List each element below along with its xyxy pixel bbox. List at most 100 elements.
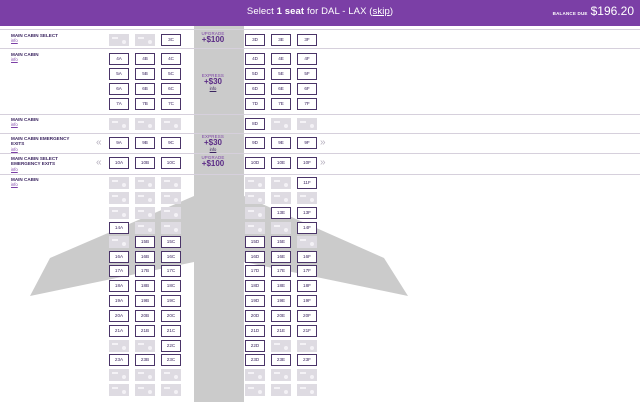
skip-link[interactable]: skip (373, 6, 390, 17)
seat-7d[interactable]: 7D (245, 98, 265, 110)
seat-10d[interactable]: 10D (245, 157, 265, 169)
seat-21e[interactable]: 21E (271, 325, 291, 337)
seat-22d[interactable]: 22D (245, 340, 265, 352)
seat-15e[interactable]: 15E (271, 236, 291, 248)
seat-7c[interactable]: 7C (161, 98, 181, 110)
seat-5d[interactable]: 5D (245, 68, 265, 80)
seat-21d[interactable]: 21D (245, 325, 265, 337)
seat-6a[interactable]: 6A (109, 83, 129, 95)
seat-20e[interactable]: 20E (271, 310, 291, 322)
upsell-info-link[interactable]: info (192, 147, 234, 152)
seat-21a[interactable]: 21A (109, 325, 129, 337)
seat-19f[interactable]: 19F (297, 295, 317, 307)
seat-20f[interactable]: 20F (297, 310, 317, 322)
seat-7b[interactable]: 7B (135, 98, 155, 110)
seat-4b[interactable]: 4B (135, 53, 155, 65)
seat-9d[interactable]: 9D (245, 137, 265, 149)
seat-4f[interactable]: 4F (297, 53, 317, 65)
seat-9e[interactable]: 9E (271, 137, 291, 149)
seat-13e[interactable]: 13E (271, 207, 291, 219)
seat-6b[interactable]: 6B (135, 83, 155, 95)
seat-15d[interactable]: 15D (245, 236, 265, 248)
cabin-info-link[interactable]: info (11, 147, 71, 153)
seat-4a[interactable]: 4A (109, 53, 129, 65)
seat-18a[interactable]: 18A (109, 280, 129, 292)
upgrade-offer[interactable]: UPGRADE +$100 (192, 155, 234, 168)
seat-10a[interactable]: 10A (109, 157, 129, 169)
seat-19b[interactable]: 19B (135, 295, 155, 307)
seat-18d[interactable]: 18D (245, 280, 265, 292)
seat-23d[interactable]: 23D (245, 354, 265, 366)
seat-14a[interactable]: 14A (109, 222, 129, 234)
seat-11f[interactable]: 11F (297, 177, 317, 189)
seat-19d[interactable]: 19D (245, 295, 265, 307)
seat-20b[interactable]: 20B (135, 310, 155, 322)
cabin-info-link[interactable]: info (11, 38, 71, 44)
seat-18f[interactable]: 18F (297, 280, 317, 292)
seat-5b[interactable]: 5B (135, 68, 155, 80)
seat-7e[interactable]: 7E (271, 98, 291, 110)
seat-10c[interactable]: 10C (161, 157, 181, 169)
seat-21f[interactable]: 21F (297, 325, 317, 337)
seat-18b[interactable]: 18B (135, 280, 155, 292)
seat-18c[interactable]: 18C (161, 280, 181, 292)
seat-16d[interactable]: 16D (245, 251, 265, 263)
seat-7a[interactable]: 7A (109, 98, 129, 110)
seat-13f[interactable]: 13F (297, 207, 317, 219)
seat-16e[interactable]: 16E (271, 251, 291, 263)
seat-6d[interactable]: 6D (245, 83, 265, 95)
seat-5e[interactable]: 5E (271, 68, 291, 80)
seat-15c[interactable]: 15C (161, 236, 181, 248)
cabin-info-link[interactable]: info (11, 57, 71, 63)
seat-3c[interactable]: 3C (161, 34, 181, 46)
express-offer[interactable]: EXPRESS +$30 info (192, 134, 234, 152)
seat-21c[interactable]: 21C (161, 325, 181, 337)
seat-19c[interactable]: 19C (161, 295, 181, 307)
seat-9a[interactable]: 9A (109, 137, 129, 149)
seat-17d[interactable]: 17D (245, 265, 265, 277)
seat-23a[interactable]: 23A (109, 354, 129, 366)
seat-5a[interactable]: 5A (109, 68, 129, 80)
seat-10f[interactable]: 10F (297, 157, 317, 169)
seat-20a[interactable]: 20A (109, 310, 129, 322)
seat-4e[interactable]: 4E (271, 53, 291, 65)
seat-5f[interactable]: 5F (297, 68, 317, 80)
seat-15b[interactable]: 15B (135, 236, 155, 248)
seat-9c[interactable]: 9C (161, 137, 181, 149)
seat-17a[interactable]: 17A (109, 265, 129, 277)
cabin-info-link[interactable]: info (11, 182, 71, 188)
seat-21b[interactable]: 21B (135, 325, 155, 337)
seat-4d[interactable]: 4D (245, 53, 265, 65)
seat-23f[interactable]: 23F (297, 354, 317, 366)
seat-9f[interactable]: 9F (297, 137, 317, 149)
seat-17e[interactable]: 17E (271, 265, 291, 277)
seat-9b[interactable]: 9B (135, 137, 155, 149)
seat-16c[interactable]: 16C (161, 251, 181, 263)
seat-3e[interactable]: 3E (271, 34, 291, 46)
seat-5c[interactable]: 5C (161, 68, 181, 80)
upsell-info-link[interactable]: info (192, 86, 234, 91)
cabin-info-link[interactable]: info (11, 167, 71, 173)
seat-16b[interactable]: 16B (135, 251, 155, 263)
seat-23e[interactable]: 23E (271, 354, 291, 366)
seat-16f[interactable]: 16F (297, 251, 317, 263)
seat-4c[interactable]: 4C (161, 53, 181, 65)
seat-14f[interactable]: 14F (297, 222, 317, 234)
seat-16a[interactable]: 16A (109, 251, 129, 263)
express-offer[interactable]: EXPRESS +$30 info (192, 73, 234, 91)
seat-17b[interactable]: 17B (135, 265, 155, 277)
seat-19e[interactable]: 19E (271, 295, 291, 307)
seat-10e[interactable]: 10E (271, 157, 291, 169)
seat-19a[interactable]: 19A (109, 295, 129, 307)
seat-23c[interactable]: 23C (161, 354, 181, 366)
seat-18e[interactable]: 18E (271, 280, 291, 292)
seat-20d[interactable]: 20D (245, 310, 265, 322)
seat-17c[interactable]: 17C (161, 265, 181, 277)
seat-6f[interactable]: 6F (297, 83, 317, 95)
seat-3d[interactable]: 3D (245, 34, 265, 46)
upgrade-offer[interactable]: UPGRADE +$100 (192, 31, 234, 44)
seat-23b[interactable]: 23B (135, 354, 155, 366)
seat-17f[interactable]: 17F (297, 265, 317, 277)
seat-7f[interactable]: 7F (297, 98, 317, 110)
seat-6e[interactable]: 6E (271, 83, 291, 95)
